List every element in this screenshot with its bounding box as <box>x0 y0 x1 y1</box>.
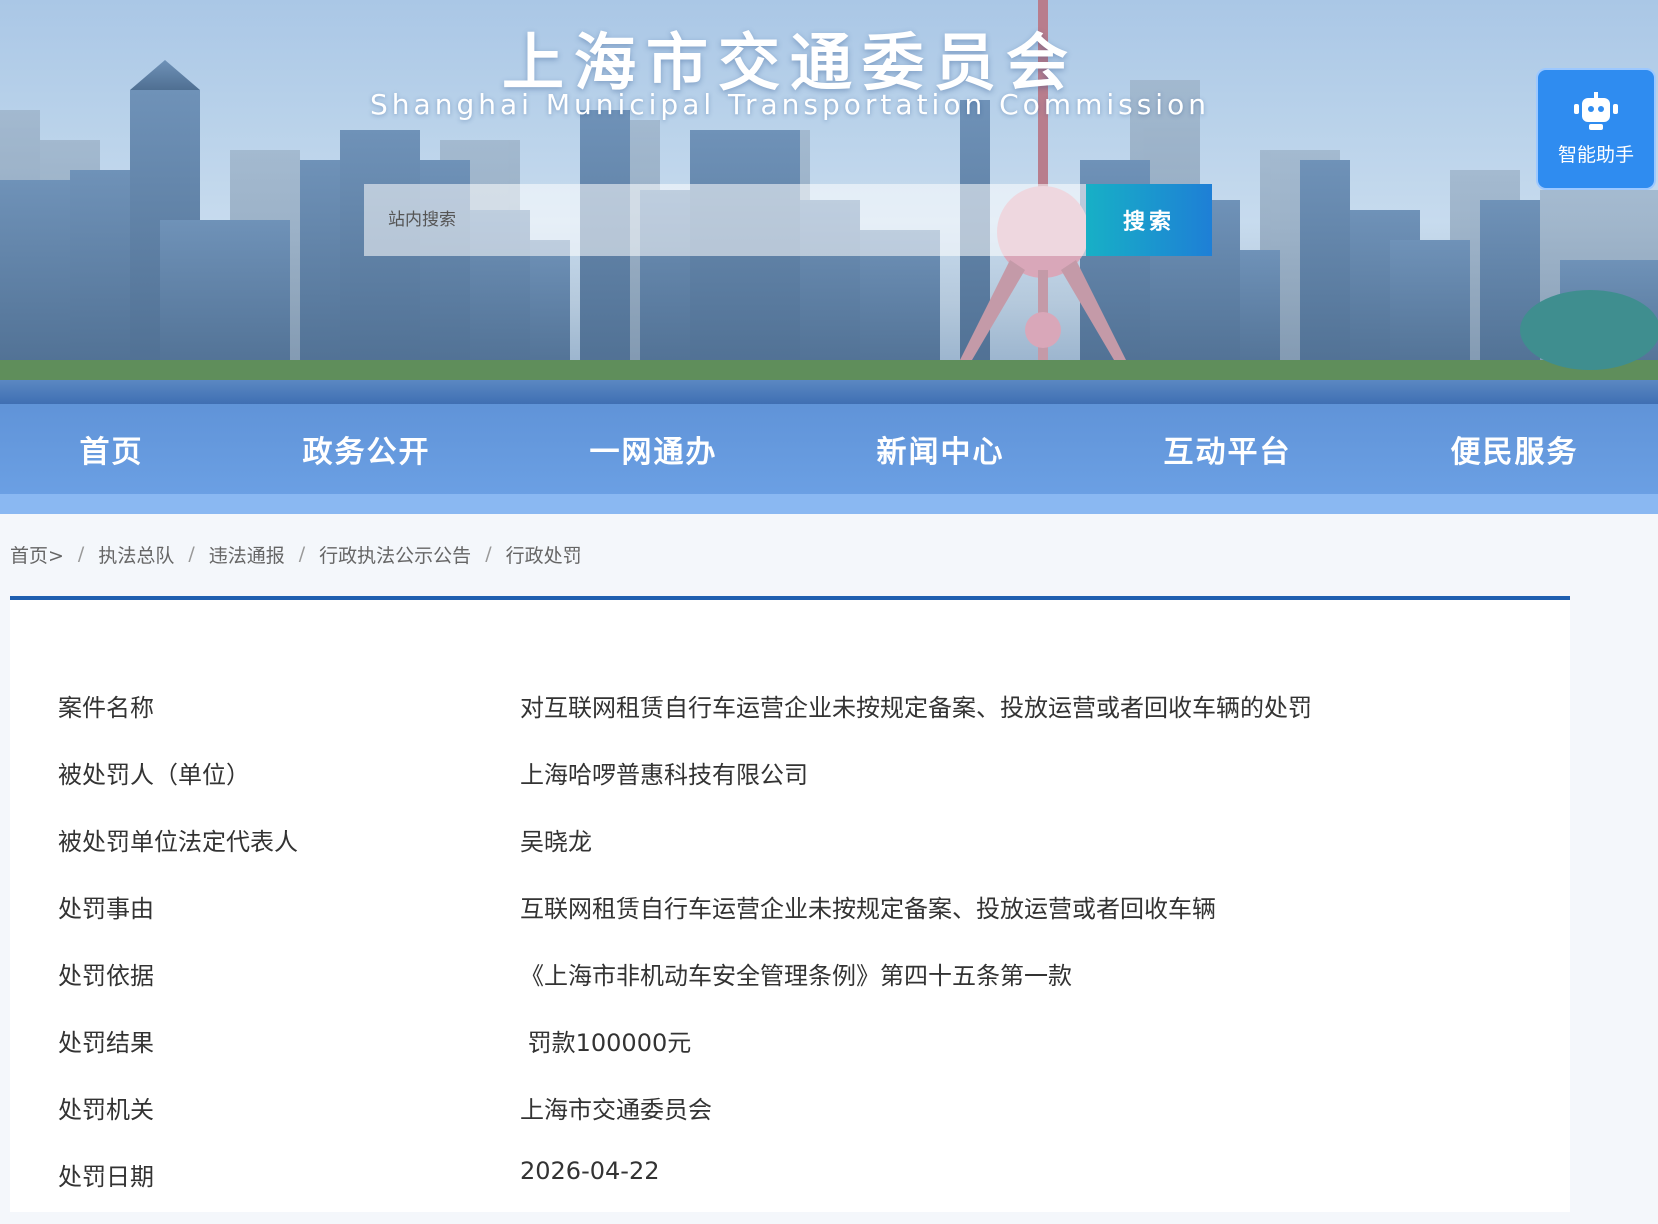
row-value: 《上海市非机动车安全管理条例》第四十五条第一款 <box>520 962 1072 990</box>
row-value: 上海哈啰普惠科技有限公司 <box>520 761 808 789</box>
legal-representative-row: 被处罚单位法定代表人 吴晓龙 <box>58 822 1518 889</box>
breadcrumb-separator: / <box>77 543 85 565</box>
breadcrumb-separator: / <box>298 543 306 565</box>
row-label: 被处罚单位法定代表人 <box>58 828 298 856</box>
main-nav: 首页 政务公开 一网通办 新闻中心 互动平台 便民服务 <box>0 404 1658 514</box>
site-subtitle: Shanghai Municipal Transportation Commis… <box>370 88 1210 121</box>
row-label: 处罚结果 <box>58 1029 154 1057</box>
breadcrumb-separator: / <box>485 543 492 565</box>
penalized-party-row: 被处罚人（单位） 上海哈啰普惠科技有限公司 <box>58 755 1518 822</box>
breadcrumb: 首页> / 执法总队 / 违法通报 / 行政执法公示公告 / 行政处罚 <box>10 536 582 572</box>
nav-item-government-affairs[interactable]: 政务公开 <box>283 427 451 471</box>
row-value: 上海市交通委员会 <box>520 1096 712 1124</box>
search-button[interactable]: 搜索 <box>1086 184 1212 256</box>
robot-icon <box>1574 91 1618 130</box>
penalty-reason-row: 处罚事由 互联网租赁自行车运营企业未按规定备案、投放运营或者回收车辆 <box>58 889 1518 956</box>
penalty-authority-row: 处罚机关 上海市交通委员会 <box>58 1090 1518 1157</box>
row-label: 处罚日期 <box>58 1163 154 1191</box>
nav-item-interaction-platform[interactable]: 互动平台 <box>1144 427 1312 471</box>
case-info-table: 案件名称 对互联网租赁自行车运营企业未按规定备案、投放运营或者回收车辆的处罚 被… <box>58 688 1518 1224</box>
row-label: 案件名称 <box>58 694 154 722</box>
row-value: 2026-04-22 <box>520 1157 660 1185</box>
penalty-basis-row: 处罚依据 《上海市非机动车安全管理条例》第四十五条第一款 <box>58 956 1518 1023</box>
case-name-row: 案件名称 对互联网租赁自行车运营企业未按规定备案、投放运营或者回收车辆的处罚 <box>58 688 1518 755</box>
breadcrumb-current: 行政处罚 <box>505 544 582 567</box>
case-detail-panel: 案件名称 对互联网租赁自行车运营企业未按规定备案、投放运营或者回收车辆的处罚 被… <box>10 596 1570 1212</box>
penalty-date-row: 处罚日期 2026-04-22 <box>58 1157 1518 1224</box>
assistant-label: 智能助手 <box>1557 143 1634 166</box>
breadcrumb-violation-notices[interactable]: 违法通报 <box>209 541 285 568</box>
row-label: 被处罚人（单位） <box>58 761 250 789</box>
search-bar: 搜索 <box>364 184 1212 256</box>
row-value: 互联网租赁自行车运营企业未按规定备案、投放运营或者回收车辆 <box>520 895 1216 923</box>
header-banner: 上海市交通委员会 Shanghai Municipal Transportati… <box>0 0 1658 404</box>
breadcrumb-home[interactable]: 首页> <box>10 541 64 568</box>
row-label: 处罚依据 <box>58 962 154 990</box>
row-value: 罚款100000元 <box>520 1029 692 1057</box>
breadcrumb-enforcement-announcements[interactable]: 行政执法公示公告 <box>319 541 471 568</box>
nav-item-home[interactable]: 首页 <box>60 427 164 471</box>
row-label: 处罚机关 <box>58 1096 154 1124</box>
penalty-result-row: 处罚结果 罚款100000元 <box>58 1023 1518 1090</box>
search-input[interactable] <box>364 184 1086 256</box>
nav-item-public-services[interactable]: 便民服务 <box>1431 427 1599 471</box>
smart-assistant-button[interactable]: 智能助手 <box>1536 68 1656 190</box>
breadcrumb-separator: / <box>188 543 195 565</box>
breadcrumb-enforcement-corps[interactable]: 执法总队 <box>98 541 174 568</box>
row-label: 处罚事由 <box>58 895 154 923</box>
row-value: 吴晓龙 <box>520 828 592 856</box>
nav-item-online-services[interactable]: 一网通办 <box>570 427 738 471</box>
row-value: 对互联网租赁自行车运营企业未按规定备案、投放运营或者回收车辆的处罚 <box>520 694 1312 722</box>
nav-item-news-center[interactable]: 新闻中心 <box>857 427 1025 471</box>
